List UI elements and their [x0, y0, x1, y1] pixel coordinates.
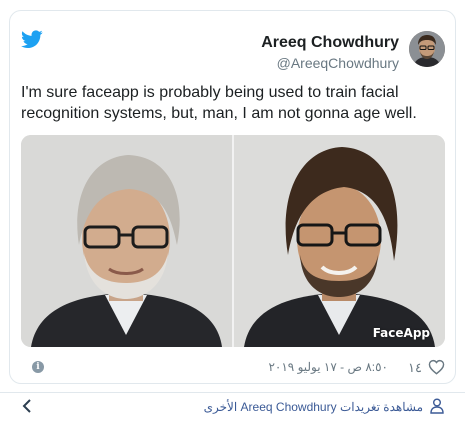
author-name[interactable]: Areeq Chowdhury: [261, 33, 399, 53]
heart-icon[interactable]: [428, 359, 445, 375]
embedded-tweet-card: Areeq Chowdhury @AreeqChowdhury I'm sure…: [9, 10, 456, 384]
tweet-meta-row: i ٨:٥٠ ص - ١٧ يوليو ٢٠١٩ ١٤: [21, 358, 446, 378]
tweet-media-image[interactable]: FaceApp: [21, 135, 445, 347]
user-icon: [430, 398, 444, 414]
info-icon[interactable]: i: [32, 361, 44, 373]
like-count[interactable]: ١٤: [408, 360, 422, 376]
tweet-author[interactable]: Areeq Chowdhury @AreeqChowdhury: [261, 33, 399, 72]
tweet-text: I'm sure faceapp is probably being used …: [21, 84, 417, 122]
avatar[interactable]: [409, 31, 445, 67]
more-tweets-link[interactable]: مشاهدة تغريدات Areeq Chowdhury الأخرى: [204, 400, 423, 414]
tweet-footer: مشاهدة تغريدات Areeq Chowdhury الأخرى: [0, 392, 465, 424]
tweet-timestamp[interactable]: ٨:٥٠ ص - ١٧ يوليو ٢٠١٩: [268, 360, 388, 374]
media-watermark: FaceApp: [372, 326, 430, 340]
twitter-bird-icon[interactable]: [21, 30, 43, 49]
author-handle[interactable]: @AreeqChowdhury: [261, 54, 399, 72]
footer-divider: [0, 392, 465, 393]
chevron-left-icon[interactable]: [22, 398, 32, 414]
aged-face-photo: [21, 135, 232, 347]
original-face-photo: [234, 135, 445, 347]
